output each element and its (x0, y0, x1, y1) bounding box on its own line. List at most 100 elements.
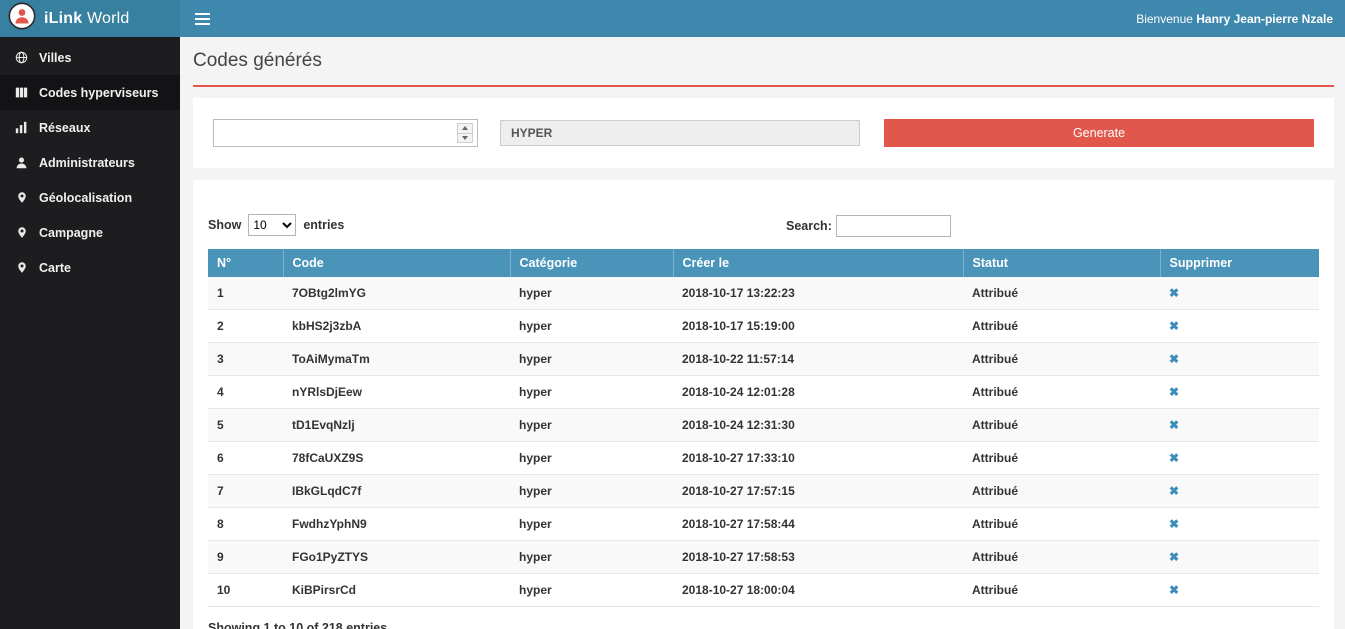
top-bar: iLink World Bienvenue Hanry Jean-pierre … (0, 0, 1345, 37)
showing-entries-text: Showing 1 to 10 of 218 entries (208, 621, 1319, 629)
hamburger-menu-icon[interactable] (180, 0, 224, 37)
entries-label: entries (303, 218, 344, 232)
table-row: 2 kbHS2j3zbA hyper 2018-10-17 15:19:00 A… (208, 310, 1319, 343)
cell-code: nYRlsDjEew (283, 376, 510, 409)
delete-icon[interactable]: ✖ (1169, 583, 1179, 597)
quantity-input[interactable] (214, 120, 477, 146)
cell-status: Attribué (963, 310, 1160, 343)
cell-category: hyper (510, 475, 673, 508)
sidebar-item-label: Administrateurs (39, 156, 135, 170)
cell-num: 6 (208, 442, 283, 475)
brand-text: iLink World (44, 10, 130, 28)
cell-num: 7 (208, 475, 283, 508)
column-header-creer-le: Créer le (673, 249, 963, 277)
cell-created: 2018-10-27 17:58:53 (673, 541, 963, 574)
welcome-text: Bienvenue Hanry Jean-pierre Nzale (1136, 12, 1333, 26)
delete-icon[interactable]: ✖ (1169, 418, 1179, 432)
cell-created: 2018-10-27 17:57:15 (673, 475, 963, 508)
map-marker-icon (14, 226, 29, 239)
cell-category: hyper (510, 343, 673, 376)
cell-category: hyper (510, 574, 673, 607)
cell-category: hyper (510, 409, 673, 442)
cell-status: Attribué (963, 343, 1160, 376)
cell-code: FwdhzYphN9 (283, 508, 510, 541)
table-row: 9 FGo1PyZTYS hyper 2018-10-27 17:58:53 A… (208, 541, 1319, 574)
cell-created: 2018-10-17 15:19:00 (673, 310, 963, 343)
cell-num: 2 (208, 310, 283, 343)
sidebar-item-label: Géolocalisation (39, 191, 132, 205)
sidebar-item-campagne[interactable]: Campagne (0, 215, 180, 250)
cell-code: IBkGLqdC7f (283, 475, 510, 508)
column-header-statut: Statut (963, 249, 1160, 277)
category-field[interactable] (500, 120, 860, 146)
cell-created: 2018-10-27 17:58:44 (673, 508, 963, 541)
map-marker-icon (14, 191, 29, 204)
sidebar-item-carte[interactable]: Carte (0, 250, 180, 285)
cell-created: 2018-10-22 11:57:14 (673, 343, 963, 376)
cell-status: Attribué (963, 376, 1160, 409)
globe-icon (14, 51, 29, 64)
delete-icon[interactable]: ✖ (1169, 517, 1179, 531)
cell-category: hyper (510, 508, 673, 541)
spinner-down-icon[interactable] (458, 134, 472, 143)
sidebar-item-administrateurs[interactable]: Administrateurs (0, 145, 180, 180)
brand-area[interactable]: iLink World (0, 0, 180, 37)
search-input[interactable] (836, 215, 951, 237)
column-header-num: N° (208, 249, 283, 277)
delete-icon[interactable]: ✖ (1169, 550, 1179, 564)
cell-num: 10 (208, 574, 283, 607)
delete-icon[interactable]: ✖ (1169, 286, 1179, 300)
page-header: Codes générés (193, 37, 1334, 87)
user-name: Hanry Jean-pierre Nzale (1196, 12, 1333, 26)
delete-icon[interactable]: ✖ (1169, 319, 1179, 333)
cell-code: kbHS2j3zbA (283, 310, 510, 343)
bar-chart-icon (14, 121, 29, 134)
column-header-categorie: Catégorie (510, 249, 673, 277)
table-row: 7 IBkGLqdC7f hyper 2018-10-27 17:57:15 A… (208, 475, 1319, 508)
cell-status: Attribué (963, 541, 1160, 574)
cell-status: Attribué (963, 475, 1160, 508)
cell-created: 2018-10-17 13:22:23 (673, 277, 963, 310)
page-length-select[interactable]: 10 (248, 214, 296, 236)
sidebar-item-geolocalisation[interactable]: Géolocalisation (0, 180, 180, 215)
sidebar-item-codes-hyperviseurs[interactable]: Codes hyperviseurs (0, 75, 180, 110)
search-label: Search: (786, 219, 832, 233)
main-content: Codes générés Generate Show 10 entries S… (180, 37, 1345, 629)
table-row: 6 78fCaUXZ9S hyper 2018-10-27 17:33:10 A… (208, 442, 1319, 475)
delete-icon[interactable]: ✖ (1169, 385, 1179, 399)
generate-button[interactable]: Generate (884, 119, 1314, 147)
cell-created: 2018-10-24 12:01:28 (673, 376, 963, 409)
delete-icon[interactable]: ✖ (1169, 352, 1179, 366)
spinner-buttons[interactable] (457, 123, 473, 143)
generate-form-panel: Generate (193, 98, 1334, 168)
columns-icon (14, 86, 29, 99)
cell-category: hyper (510, 376, 673, 409)
table-header: N° Code Catégorie Créer le Statut Suppri… (208, 249, 1319, 277)
sidebar-item-label: Carte (39, 261, 71, 275)
table-row: 4 nYRlsDjEew hyper 2018-10-24 12:01:28 A… (208, 376, 1319, 409)
cell-num: 1 (208, 277, 283, 310)
sidebar-item-label: Codes hyperviseurs (39, 86, 159, 100)
show-label: Show (208, 218, 241, 232)
cell-category: hyper (510, 541, 673, 574)
cell-num: 3 (208, 343, 283, 376)
cell-code: FGo1PyZTYS (283, 541, 510, 574)
cell-code: KiBPirsrCd (283, 574, 510, 607)
delete-icon[interactable]: ✖ (1169, 484, 1179, 498)
cell-status: Attribué (963, 574, 1160, 607)
sidebar-item-villes[interactable]: Villes (0, 40, 180, 75)
cell-created: 2018-10-27 17:33:10 (673, 442, 963, 475)
cell-status: Attribué (963, 409, 1160, 442)
column-header-supprimer: Supprimer (1160, 249, 1319, 277)
cell-category: hyper (510, 310, 673, 343)
spinner-up-icon[interactable] (458, 124, 472, 134)
quantity-stepper[interactable] (213, 119, 478, 147)
delete-icon[interactable]: ✖ (1169, 451, 1179, 465)
sidebar-item-label: Réseaux (39, 121, 90, 135)
sidebar-item-label: Villes (39, 51, 71, 65)
cell-code: 78fCaUXZ9S (283, 442, 510, 475)
column-header-code: Code (283, 249, 510, 277)
sidebar-item-reseaux[interactable]: Réseaux (0, 110, 180, 145)
table-row: 5 tD1EvqNzlj hyper 2018-10-24 12:31:30 A… (208, 409, 1319, 442)
page-length-control: Show 10 entries (208, 214, 1319, 236)
